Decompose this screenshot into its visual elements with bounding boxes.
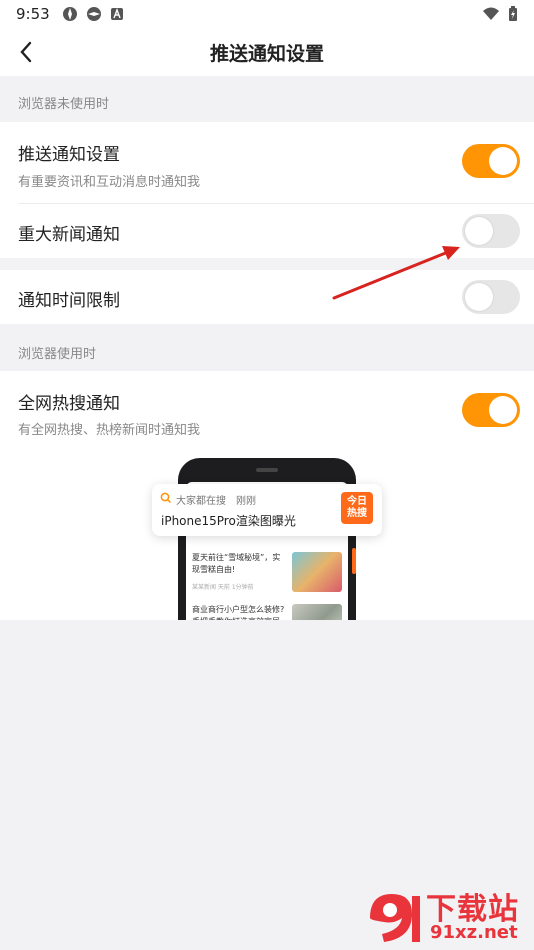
news-meta: 某某新闻 天前 1分钟前 — [192, 584, 254, 591]
news-item: 商业商行小户型怎么装修?手把手教你打造高效家居 — [192, 604, 342, 620]
status-notification-icons — [62, 6, 124, 22]
site-logo-icon — [370, 894, 420, 942]
app-notification-icon — [86, 7, 101, 21]
site-watermark: 下载站 91xz.net — [360, 884, 530, 948]
side-tab — [352, 548, 356, 574]
notification-source: 大家都在搜 刚刚 — [176, 492, 256, 507]
search-icon — [160, 492, 172, 504]
hot-search-badge: 今日 热搜 — [341, 492, 373, 524]
back-button[interactable] — [12, 38, 40, 66]
setting-title: 通知时间限制 — [18, 291, 120, 311]
notification-title: iPhone15Pro渲染图曝光 — [161, 514, 296, 528]
app-notification-icon — [62, 7, 77, 21]
hot-search-toggle[interactable] — [462, 393, 520, 427]
news-thumbnail — [292, 604, 342, 620]
setting-title: 重大新闻通知 — [18, 225, 120, 245]
chevron-left-icon — [20, 41, 32, 63]
notification-time: 刚刚 — [236, 496, 256, 507]
setting-title: 全网热搜通知 — [18, 394, 120, 414]
status-bar: 9:53 — [0, 0, 534, 28]
status-time: 9:53 — [16, 5, 50, 23]
phone-notch — [256, 468, 278, 472]
phone-illustration: 夏天前往“雪域秘境”，实现雪糕自由! 某某新闻 天前 1分钟前 商业商行小户型怎… — [178, 458, 356, 620]
status-system-icons — [482, 6, 518, 22]
major-news-toggle[interactable] — [462, 214, 520, 248]
news-text: 商业商行小户型怎么装修?手把手教你打造高效家居 — [192, 605, 285, 620]
setting-title: 推送通知设置 — [18, 145, 120, 165]
news-text: 夏天前往“雪域秘境”，实现雪糕自由! — [192, 553, 281, 574]
a-letter-icon — [110, 8, 123, 20]
setting-subtitle: 有重要资讯和互动消息时通知我 — [18, 175, 201, 190]
setting-row-push: 推送通知设置 有重要资讯和互动消息时通知我 — [0, 122, 534, 204]
page-title: 推送通知设置 — [209, 42, 324, 65]
setting-subtitle: 有全网热搜、热榜新闻时通知我 — [18, 423, 201, 438]
section-header-used: 浏览器使用时 — [18, 347, 97, 362]
toggle-knob — [465, 217, 493, 245]
watermark-url: 91xz.net — [430, 922, 518, 943]
news-thumbnail — [292, 552, 342, 592]
notification-card: 大家都在搜 刚刚 iPhone15Pro渲染图曝光 今日 热搜 — [152, 484, 382, 536]
news-item: 夏天前往“雪域秘境”，实现雪糕自由! 某某新闻 天前 1分钟前 — [192, 552, 342, 596]
section-header-unused: 浏览器未使用时 — [18, 97, 110, 112]
top-app-bar: 推送通知设置 — [0, 28, 534, 76]
wifi-icon — [483, 7, 499, 20]
battery-icon — [509, 6, 517, 21]
notification-preview: 夏天前往“雪域秘境”，实现雪糕自由! 某某新闻 天前 1分钟前 商业商行小户型怎… — [0, 448, 534, 620]
push-notification-toggle[interactable] — [462, 144, 520, 178]
setting-row-hot-search: 全网热搜通知 有全网热搜、热榜新闻时通知我 — [0, 371, 534, 448]
toggle-knob — [489, 396, 517, 424]
toggle-knob — [489, 147, 517, 175]
annotation-arrow-icon — [332, 246, 460, 300]
notification-source-text: 大家都在搜 — [176, 496, 226, 507]
time-limit-toggle[interactable] — [462, 280, 520, 314]
toggle-knob — [465, 283, 493, 311]
